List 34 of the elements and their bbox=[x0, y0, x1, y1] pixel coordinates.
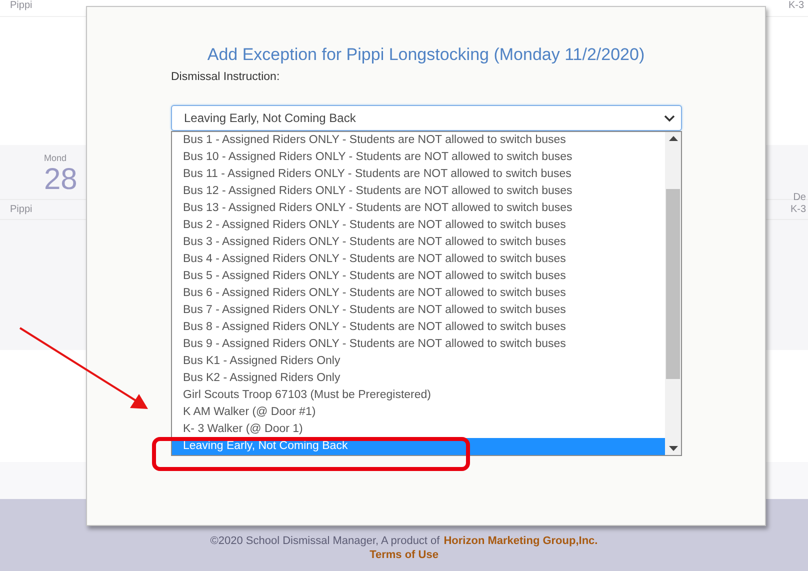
date-number: 28 bbox=[44, 163, 78, 197]
field-label: Dismissal Instruction: bbox=[171, 71, 280, 83]
grade-text: K-3 bbox=[788, 0, 804, 13]
dropdown-option[interactable]: K- 3 Walker (@ Door 1) bbox=[172, 421, 665, 438]
dropdown-option[interactable]: Bus 1 - Assigned Riders ONLY - Students are NOT allowed to switch buses bbox=[172, 132, 665, 149]
dropdown-option[interactable]: Bus 4 - Assigned Riders ONLY - Students are NOT allowed to switch buses bbox=[172, 251, 665, 268]
dropdown-option[interactable]: Bus 5 - Assigned Riders ONLY - Students are NOT allowed to switch buses bbox=[172, 268, 665, 285]
scroll-down-icon[interactable] bbox=[668, 446, 678, 451]
dropdown-option[interactable]: Bus K2 - Assigned Riders Only bbox=[172, 370, 665, 387]
dropdown-option[interactable]: Bus 13 - Assigned Riders ONLY - Students are NOT allowed to switch buses bbox=[172, 200, 665, 217]
scroll-thumb[interactable] bbox=[666, 188, 680, 378]
scroll-up-icon[interactable] bbox=[668, 136, 678, 141]
dropdown-option[interactable]: Bus 12 - Assigned Riders ONLY - Students are NOT allowed to switch buses bbox=[172, 183, 665, 200]
dropdown-option[interactable]: Bus K1 - Assigned Riders Only bbox=[172, 353, 665, 370]
chevron-icon bbox=[664, 114, 675, 122]
dialog-title: Add Exception for Pippi Longstocking (Monday 11/2/2020) bbox=[206, 45, 646, 65]
dropdown-option[interactable]: Bus 7 - Assigned Riders ONLY - Students are NOT allowed to switch buses bbox=[172, 302, 665, 319]
dropdown-option[interactable]: Bus 8 - Assigned Riders ONLY - Students are NOT allowed to switch buses bbox=[172, 319, 665, 336]
dropdown-option[interactable]: Bus 3 - Assigned Riders ONLY - Students are NOT allowed to switch buses bbox=[172, 234, 665, 251]
dropdown-option[interactable]: Bus 11 - Assigned Riders ONLY - Students are NOT allowed to switch buses bbox=[172, 166, 665, 183]
grade-text: K-3 bbox=[790, 204, 806, 215]
dropdown-option[interactable]: Girl Scouts Troop 67103 (Must be Preregistered) bbox=[172, 387, 665, 404]
copyright-text: ©2020 School Dismissal Manager, A product of bbox=[210, 535, 440, 547]
dropdown-option[interactable]: Bus 6 - Assigned Riders ONLY - Students are NOT allowed to switch buses bbox=[172, 285, 665, 302]
dropdown-option[interactable]: K AM Walker (@ Door #1) bbox=[172, 404, 665, 421]
dropdown-option[interactable]: Bus 10 - Assigned Riders ONLY - Students are NOT allowed to switch buses bbox=[172, 149, 665, 166]
dropdown-option[interactable]: Bus 2 - Assigned Riders ONLY - Students are NOT allowed to switch buses bbox=[172, 217, 665, 234]
scrollbar[interactable] bbox=[665, 132, 681, 455]
column-header: De bbox=[793, 192, 806, 203]
student-name: Pippi bbox=[10, 0, 32, 13]
dropdown-option[interactable]: Bus 9 - Assigned Riders ONLY - Students are NOT allowed to switch buses bbox=[172, 336, 665, 353]
dropdown-select[interactable]: Leaving Early, Not Coming Back bbox=[171, 105, 682, 131]
day-label: Mond bbox=[44, 153, 67, 163]
student-name: Pippi bbox=[10, 204, 32, 215]
